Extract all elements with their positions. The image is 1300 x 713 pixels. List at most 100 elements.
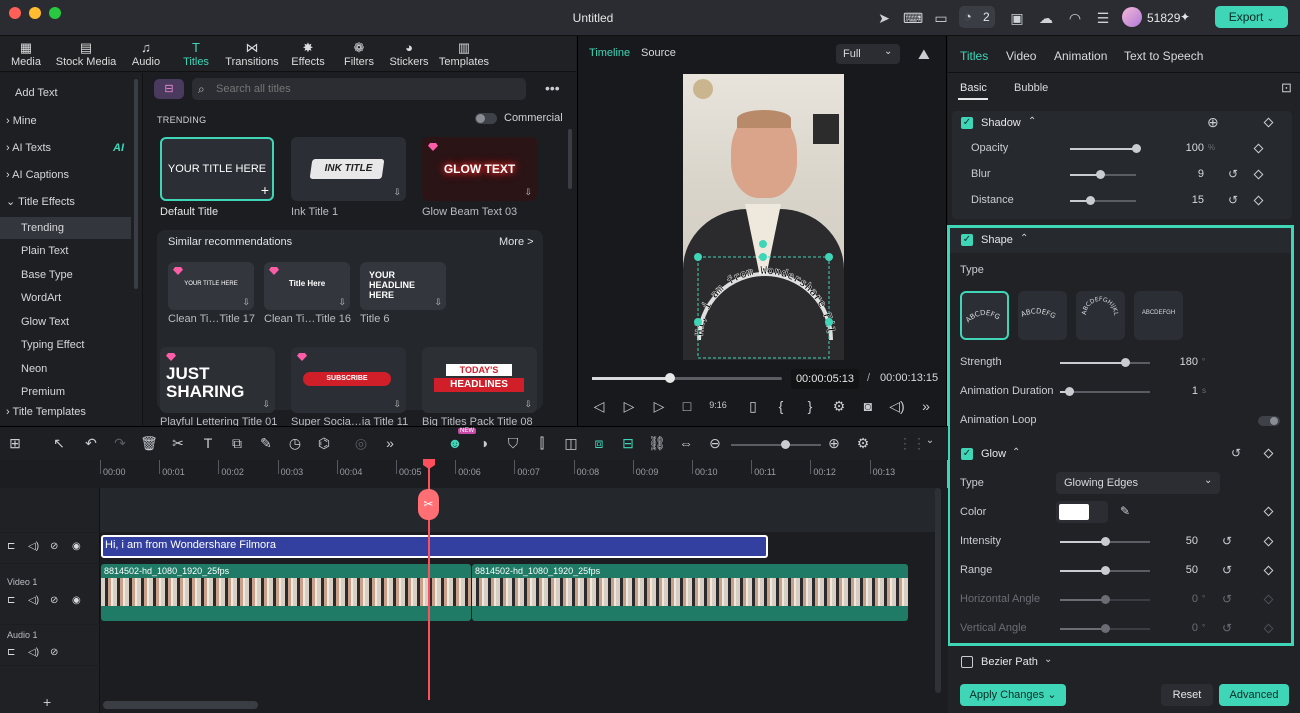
audio-icon[interactable]: ◁) xyxy=(28,647,39,658)
shape-checkbox[interactable]: ✓ xyxy=(961,234,973,246)
ai-mate-icon[interactable]: ☻ xyxy=(446,435,464,451)
shadow-checkbox[interactable]: ✓ xyxy=(961,117,973,129)
video-clip[interactable]: 8814502-hd_1080_1920_25fps xyxy=(472,564,908,621)
save-icon[interactable]: ▣ xyxy=(1008,9,1026,27)
shape-type-wave[interactable]: ABCDEFG xyxy=(1018,291,1067,340)
timeline-ruler[interactable]: 00:00 00:01 00:02 00:03 00:04 00:05 00:06 00:07… xyxy=(100,460,938,487)
shadow-slider[interactable] xyxy=(1070,144,1141,153)
tab-effects[interactable]: ✸ Effects xyxy=(288,40,328,68)
link-icon[interactable]: ⊟ xyxy=(619,435,637,452)
nav-mine[interactable]: › Mine xyxy=(0,110,131,132)
chevron-up-icon[interactable]: ⌃ xyxy=(1020,233,1028,244)
keyframe-icon[interactable] xyxy=(1263,117,1274,128)
menu-icon[interactable]: ☰ xyxy=(1094,9,1112,27)
slider-knob[interactable] xyxy=(1095,170,1105,179)
shadow-row-value[interactable]: 9 xyxy=(1164,168,1204,180)
slider-knob[interactable] xyxy=(1101,566,1110,575)
screenshot-icon[interactable]: ⛰ xyxy=(918,46,930,63)
glow-slider[interactable] xyxy=(1060,624,1150,633)
reset-icon[interactable]: ↺ xyxy=(1228,167,1238,181)
speed-icon[interactable]: ◑ xyxy=(475,435,493,451)
tracks-vscrollbar[interactable] xyxy=(935,488,941,693)
download-icon[interactable]: ⇩ xyxy=(242,297,250,308)
volume-icon[interactable]: ◁) xyxy=(888,398,906,415)
slider-knob[interactable] xyxy=(1132,144,1141,153)
reset-glow-icon[interactable]: ↺ xyxy=(1231,446,1241,460)
tab-source-preview[interactable]: Source xyxy=(641,47,676,59)
send-icon[interactable]: ➤ xyxy=(875,9,893,27)
glow-checkbox[interactable]: ✓ xyxy=(961,448,973,460)
reset-icon[interactable]: ↺ xyxy=(1222,621,1232,635)
tag-icon[interactable]: ⌬ xyxy=(315,435,333,452)
lock-icon[interactable]: ⊘ xyxy=(50,647,58,658)
fit-icon[interactable]: ⇔ xyxy=(677,435,695,451)
timeline-settings-icon[interactable]: ⚙ xyxy=(854,435,872,452)
gallery-scrollbar[interactable] xyxy=(568,129,572,189)
reset-icon[interactable]: ↺ xyxy=(1222,534,1232,548)
download-icon[interactable]: ⇩ xyxy=(524,187,532,198)
lock-icon[interactable]: ⊘ xyxy=(50,541,58,552)
tab-filters[interactable]: ❁ Filters xyxy=(340,40,378,68)
bezier-checkbox[interactable] xyxy=(961,656,973,668)
tab-titles[interactable]: T Titles xyxy=(178,40,214,68)
title-card-social[interactable]: SUBSCRIBE ⇩ xyxy=(291,347,406,413)
shadow-slider[interactable] xyxy=(1070,196,1136,205)
curved-text-overlay[interactable]: Hi, i am from Wondershare Filmora xyxy=(683,74,844,360)
apply-changes-button[interactable]: Apply Changes ⌄ xyxy=(960,684,1066,706)
add-track-icon[interactable]: + xyxy=(43,694,51,710)
mark-in-icon[interactable]: { xyxy=(772,398,790,414)
download-icon[interactable]: ⇩ xyxy=(434,297,442,308)
commercial-toggle[interactable] xyxy=(475,113,497,124)
rec-card-clean-16[interactable]: Title Here ⇩ xyxy=(264,262,350,310)
crop-icon[interactable]: ⧉ xyxy=(228,435,246,452)
glow-type-select[interactable]: Glowing Edges ⌄ xyxy=(1056,472,1220,494)
resize-handle[interactable] xyxy=(825,318,833,326)
glow-color-swatch[interactable] xyxy=(1056,501,1108,523)
tab-media[interactable]: ▦ Media xyxy=(8,40,44,68)
more-link[interactable]: More > xyxy=(499,236,534,248)
timeline-scrollbar[interactable] xyxy=(103,701,258,709)
current-time[interactable]: 00:00:05:13 xyxy=(791,369,859,389)
chevron-down-icon[interactable]: ⌄ xyxy=(1044,654,1052,665)
save-preset-icon[interactable]: ⊡ xyxy=(1281,80,1292,96)
nav-trending[interactable]: Trending xyxy=(0,217,131,239)
nav-ai-captions[interactable]: › AI Captions xyxy=(0,164,131,186)
tab-transitions[interactable]: ⋈ Transitions xyxy=(224,40,280,68)
shadow-row-value[interactable]: 15 xyxy=(1164,194,1204,206)
eye-icon[interactable]: ◉ xyxy=(72,595,81,606)
aspect-ratio-icon[interactable]: 9:16 xyxy=(709,400,727,410)
timer-icon[interactable]: ◷ xyxy=(286,435,304,452)
resize-handle[interactable] xyxy=(825,253,833,261)
chevron-up-icon[interactable]: ⌃ xyxy=(1012,447,1020,458)
delete-icon[interactable]: 🗑 xyxy=(140,435,158,452)
audio-icon[interactable]: ◁) xyxy=(28,595,39,606)
search-bar[interactable]: ⌕ xyxy=(192,78,526,100)
resize-handle[interactable] xyxy=(759,253,767,261)
text-tool-icon[interactable]: T xyxy=(199,435,217,451)
avatar[interactable] xyxy=(1122,7,1142,27)
export-button[interactable]: Export ⌄ xyxy=(1215,6,1288,28)
shape-row-value[interactable]: 1 xyxy=(1158,385,1198,397)
tab-text-to-speech[interactable]: Text to Speech xyxy=(1124,49,1203,63)
unlink-icon[interactable]: ⛓ xyxy=(648,435,666,452)
tab-titles-props[interactable]: Titles xyxy=(960,49,988,63)
nav-scrollbar[interactable] xyxy=(134,79,138,289)
reset-icon[interactable]: ↺ xyxy=(1228,193,1238,207)
more-tools-icon[interactable]: » xyxy=(381,435,399,451)
zoom-in-icon[interactable]: ⊕ xyxy=(825,435,843,452)
reset-icon[interactable]: ↺ xyxy=(1222,563,1232,577)
glow-row-value[interactable]: 50 xyxy=(1158,535,1198,547)
more-options-icon[interactable]: ••• xyxy=(545,80,560,96)
video-clip[interactable]: 8814502-hd_1080_1920_25fps xyxy=(101,564,471,621)
nav-title-effects[interactable]: ⌄ Title Effects xyxy=(0,191,131,213)
add-shadow-icon[interactable]: ⊕ xyxy=(1207,114,1219,131)
subtab-basic[interactable]: Basic xyxy=(960,82,987,94)
slider-knob[interactable] xyxy=(1101,624,1110,633)
undo-icon[interactable]: ↶ xyxy=(82,435,100,452)
split-scissors-icon[interactable]: ✂ xyxy=(418,489,439,520)
reset-button[interactable]: Reset xyxy=(1161,684,1213,706)
shape-slider[interactable] xyxy=(1060,358,1150,367)
slider-knob[interactable] xyxy=(1101,537,1110,546)
animation-loop-toggle[interactable] xyxy=(1258,416,1280,426)
glow-slider[interactable] xyxy=(1060,566,1150,575)
